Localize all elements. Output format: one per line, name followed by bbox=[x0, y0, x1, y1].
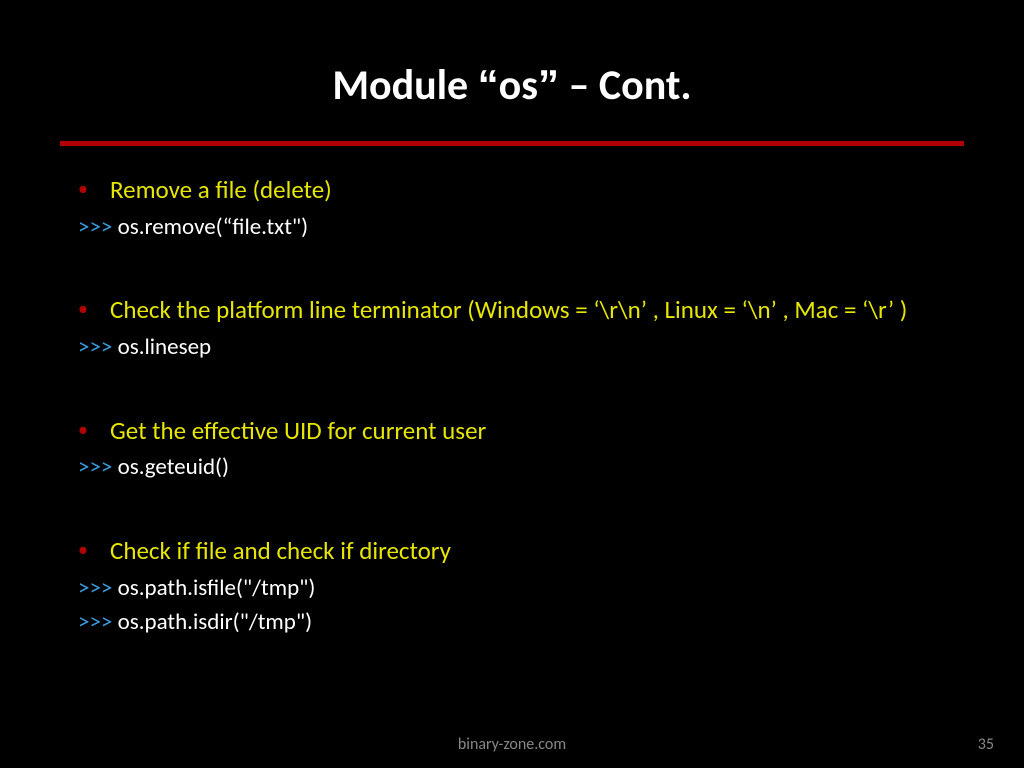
code-text: os.remove(“file.txt") bbox=[112, 213, 308, 241]
slide: Module “os” – Cont. Remove a file (delet… bbox=[0, 0, 1024, 768]
title-mid: os bbox=[499, 60, 538, 111]
bullet-geteuid: Get the effective UID for current user bbox=[60, 415, 964, 448]
prompt: >>> bbox=[78, 213, 112, 241]
code-text: os.path.isdir("/tmp") bbox=[112, 608, 312, 636]
prompt: >>> bbox=[78, 574, 112, 602]
footer-site: binary-zone.com bbox=[0, 735, 1024, 754]
code-line: >>> os.remove(“file.txt") bbox=[60, 213, 964, 243]
code-line: >>> os.path.isfile("/tmp") bbox=[60, 574, 964, 604]
bullet-remove-file: Remove a file (delete) bbox=[60, 174, 964, 207]
code-line: >>> os.geteuid() bbox=[60, 453, 964, 483]
code-line: >>> os.linesep bbox=[60, 333, 964, 363]
code-line: >>> os.path.isdir("/tmp") bbox=[60, 608, 964, 638]
prompt: >>> bbox=[78, 608, 112, 636]
bullet-isfile-isdir: Check if file and check if directory bbox=[60, 535, 964, 568]
divider-line bbox=[60, 141, 964, 146]
footer-page-number: 35 bbox=[978, 735, 994, 754]
spacer bbox=[60, 246, 964, 290]
code-text: os.linesep bbox=[112, 333, 211, 361]
slide-content: Remove a file (delete) >>> os.remove(“fi… bbox=[60, 174, 964, 637]
spacer bbox=[60, 487, 964, 531]
title-post: – Cont. bbox=[559, 60, 692, 111]
prompt: >>> bbox=[78, 333, 112, 361]
title-lquote: “ bbox=[478, 61, 499, 108]
bullet-linesep: Check the platform line terminator (Wind… bbox=[60, 294, 964, 327]
title-rquote: ” bbox=[538, 61, 559, 108]
code-text: os.geteuid() bbox=[112, 453, 229, 481]
spacer bbox=[60, 367, 964, 411]
slide-title: Module “os” – Cont. bbox=[60, 60, 964, 111]
code-text: os.path.isfile("/tmp") bbox=[112, 574, 315, 602]
prompt: >>> bbox=[78, 453, 112, 481]
title-pre: Module bbox=[332, 60, 477, 111]
